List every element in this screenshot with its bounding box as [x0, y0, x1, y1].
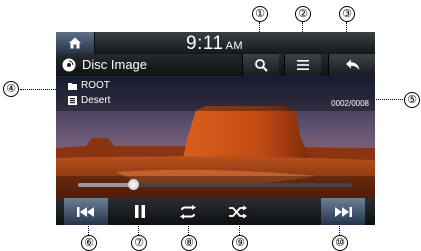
- home-icon: [69, 37, 81, 49]
- folder-name: ROOT: [81, 80, 110, 91]
- seek-bar[interactable]: [78, 179, 352, 190]
- callout-7: ⑦: [131, 235, 147, 251]
- folder-row: ROOT: [68, 80, 110, 91]
- callout-8: ⑧: [181, 235, 197, 251]
- back-icon: [345, 59, 359, 70]
- pause-button[interactable]: [120, 198, 160, 225]
- file-name: Desert: [81, 95, 111, 106]
- track-counter: 0002/0008: [331, 99, 369, 108]
- previous-button[interactable]: [64, 198, 108, 225]
- list-icon: [297, 60, 309, 70]
- status-bar: 9:11 AM: [56, 32, 375, 54]
- clock: 9:11 AM: [186, 33, 243, 55]
- callout-9: ⑨: [232, 235, 248, 251]
- skip-next-icon: [335, 206, 352, 217]
- folder-icon: [68, 82, 77, 90]
- callout-5: ⑤: [404, 92, 420, 108]
- page-title: Disc Image: [82, 57, 148, 72]
- clock-ampm: AM: [225, 40, 244, 52]
- callout-1: ①: [252, 6, 268, 22]
- seek-handle[interactable]: [127, 179, 139, 190]
- playback-controls: [56, 198, 375, 225]
- skip-previous-icon: [77, 206, 94, 217]
- seek-bar-fill: [78, 183, 133, 187]
- leader-5: [372, 99, 403, 100]
- pause-icon: [135, 205, 145, 218]
- clock-time: 9:11: [186, 33, 224, 54]
- shuffle-button[interactable]: [218, 198, 258, 225]
- repeat-button[interactable]: [168, 198, 208, 225]
- title-bar: Disc Image: [56, 54, 375, 76]
- callout-6: ⑥: [81, 235, 97, 251]
- shuffle-icon: [229, 205, 247, 218]
- home-button[interactable]: [56, 32, 95, 54]
- search-icon: [255, 59, 268, 72]
- disc-icon: [62, 58, 76, 72]
- callout-10: ⑩: [332, 235, 348, 251]
- file-row: Desert: [68, 95, 110, 106]
- file-info-overlay: ROOT Desert 0002/0008: [56, 76, 375, 111]
- repeat-icon: [180, 204, 196, 219]
- next-button[interactable]: [321, 198, 365, 225]
- search-button[interactable]: [242, 54, 279, 76]
- head-unit-screen: 9:11 AM Disc Image ROOT Desert 0002/0008: [56, 32, 375, 225]
- callout-4: ④: [3, 81, 19, 97]
- callout-2: ②: [295, 6, 311, 22]
- back-button[interactable]: [328, 54, 375, 76]
- image-file-icon: [68, 96, 77, 105]
- callout-3: ③: [339, 6, 355, 22]
- list-button[interactable]: [284, 54, 321, 76]
